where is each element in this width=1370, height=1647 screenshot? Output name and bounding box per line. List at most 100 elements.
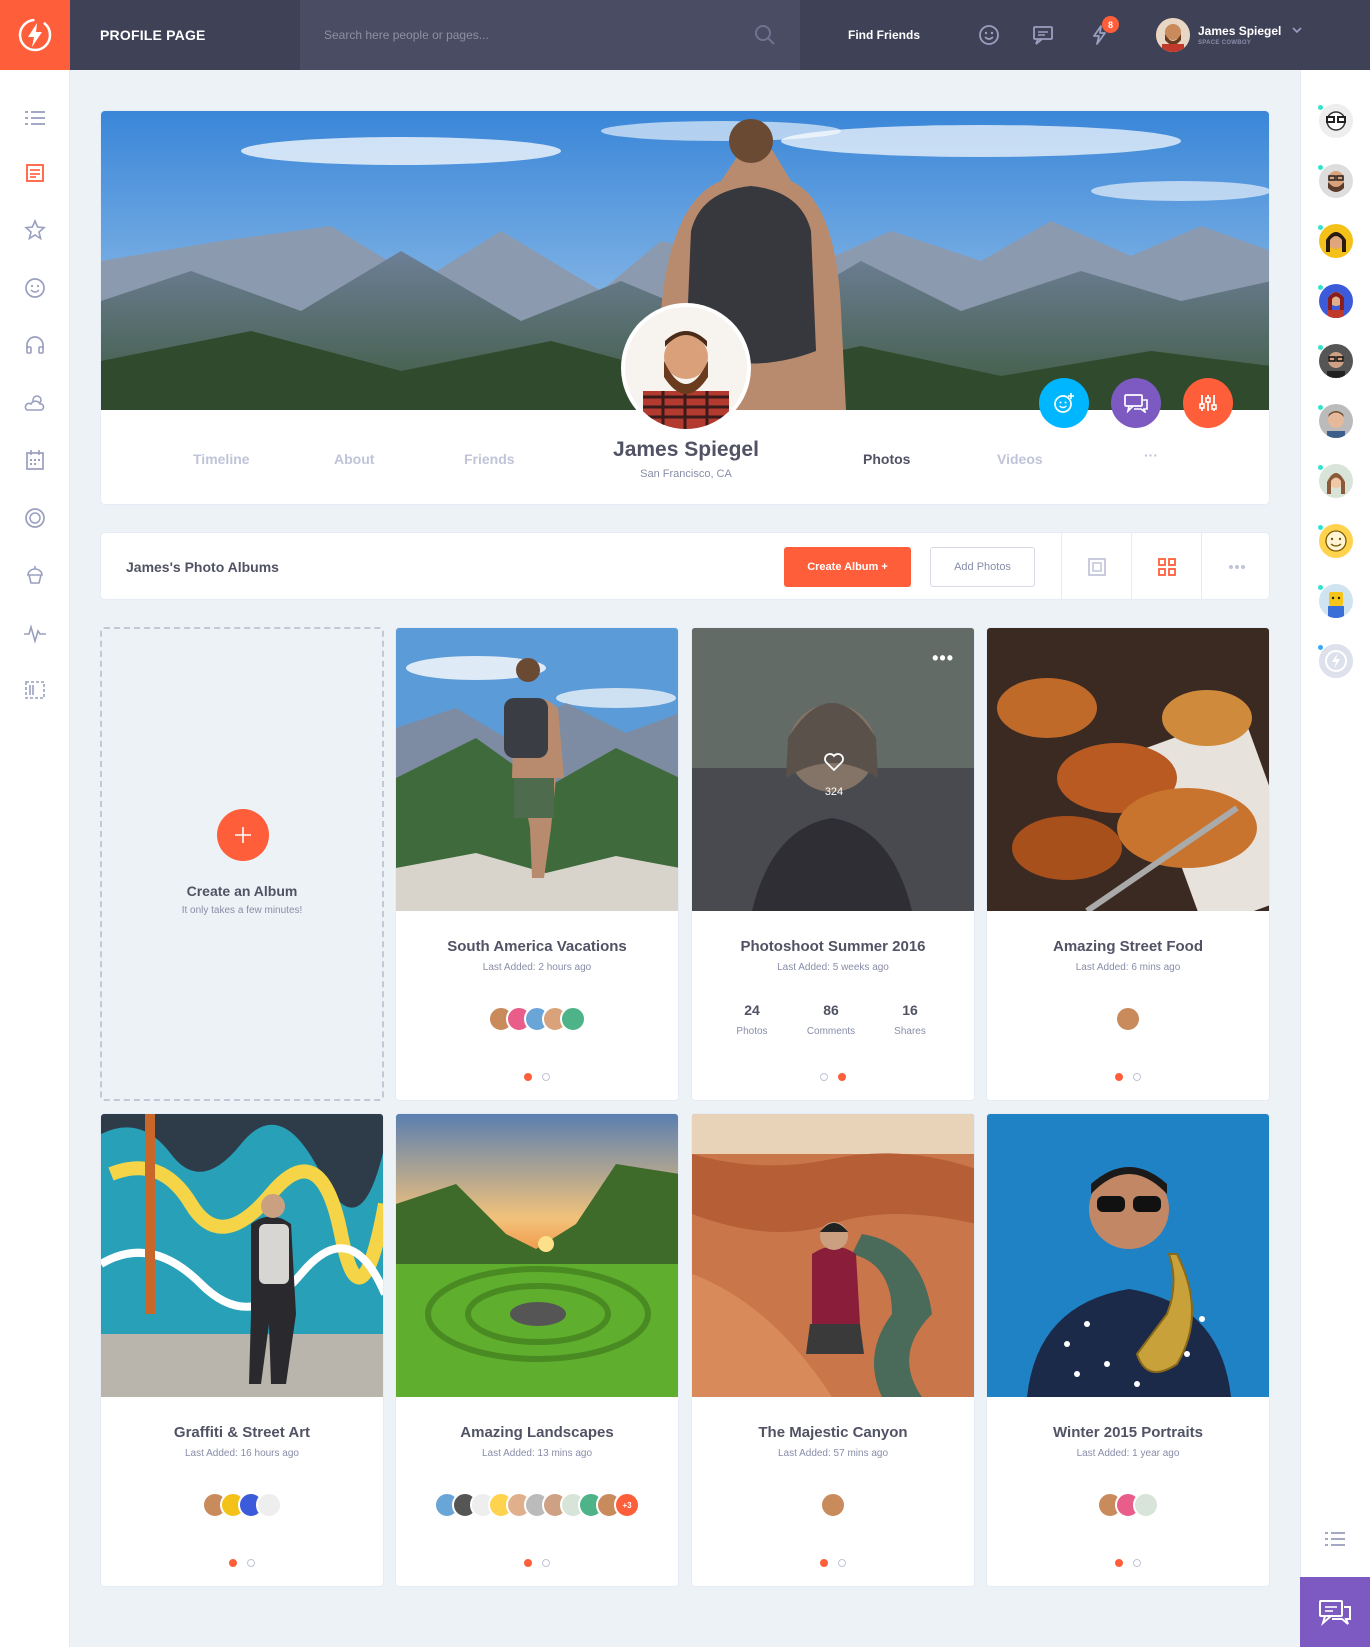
carousel-dot[interactable] — [524, 1559, 532, 1567]
album-card[interactable]: Graffiti & Street Art Last Added: 16 hou… — [100, 1113, 384, 1587]
chat-button[interactable] — [1300, 1577, 1370, 1647]
search-input[interactable]: Search here people or pages... — [324, 0, 489, 70]
album-card[interactable]: Amazing Street Food Last Added: 6 mins a… — [986, 627, 1270, 1101]
album-card[interactable]: South America Vacations Last Added: 2 ho… — [395, 627, 679, 1101]
badge-icon[interactable] — [22, 505, 48, 531]
album-last-added: Last Added: 5 weeks ago — [777, 962, 889, 973]
more-options-button[interactable] — [1201, 533, 1271, 601]
album-title[interactable]: South America Vacations — [396, 938, 678, 955]
add-friend-button[interactable] — [1039, 378, 1089, 428]
album-title[interactable]: Graffiti & Street Art — [101, 1424, 383, 1441]
friend-avatar[interactable] — [1319, 524, 1353, 558]
manage-widgets-icon[interactable] — [22, 677, 48, 703]
carousel-dot[interactable] — [838, 1073, 846, 1081]
friend-avatar[interactable] — [1319, 104, 1353, 138]
newsfeed-icon[interactable] — [22, 160, 48, 186]
carousel-dot[interactable] — [542, 1073, 550, 1081]
carousel-dot[interactable] — [838, 1559, 846, 1567]
album-cover-photo[interactable] — [396, 628, 679, 911]
cupcake-icon[interactable] — [22, 562, 48, 588]
album-cover-photo[interactable] — [987, 1114, 1270, 1397]
settings-button[interactable] — [1183, 378, 1233, 428]
album-contributors — [101, 1492, 383, 1518]
album-cover-photo[interactable] — [987, 628, 1270, 911]
album-card[interactable]: The Majestic Canyon Last Added: 57 mins … — [691, 1113, 975, 1587]
carousel-dot[interactable] — [1133, 1559, 1141, 1567]
add-photos-button[interactable]: Add Photos — [930, 547, 1035, 587]
album-card[interactable]: Winter 2015 Portraits Last Added: 1 year… — [986, 1113, 1270, 1587]
send-message-button[interactable] — [1111, 378, 1161, 428]
search-icon[interactable] — [754, 24, 776, 46]
friend-avatar[interactable] — [1319, 284, 1353, 318]
star-icon[interactable] — [22, 217, 48, 243]
album-title[interactable]: Photoshoot Summer 2016 — [692, 938, 974, 955]
menu-icon[interactable] — [1324, 1530, 1346, 1548]
carousel-dot[interactable] — [542, 1559, 550, 1567]
friend-avatar[interactable] — [1319, 464, 1353, 498]
like-count: 324 — [824, 786, 844, 798]
friend-avatar[interactable] — [1319, 644, 1353, 678]
carousel-dot[interactable] — [1115, 1559, 1123, 1567]
create-album-plus-button[interactable] — [217, 809, 269, 861]
album-contributors — [396, 1006, 678, 1032]
headphones-icon[interactable] — [22, 332, 48, 358]
more-dots-icon[interactable]: ••• — [932, 648, 954, 669]
carousel-dots — [987, 1559, 1269, 1567]
album-contributors: +3 — [396, 1492, 678, 1518]
logo[interactable] — [0, 0, 70, 70]
friend-avatar[interactable] — [1319, 584, 1353, 618]
messages-icon[interactable] — [1032, 24, 1058, 46]
user-avatar[interactable] — [1156, 18, 1190, 52]
chevron-down-icon[interactable] — [1292, 26, 1302, 34]
album-title[interactable]: Amazing Street Food — [987, 938, 1269, 955]
friend-avatar[interactable] — [1319, 344, 1353, 378]
create-album-subtitle: It only takes a few minutes! — [181, 905, 303, 916]
grid-view-button[interactable] — [1131, 533, 1201, 601]
album-title[interactable]: The Majestic Canyon — [692, 1424, 974, 1441]
carousel-dot[interactable] — [1115, 1073, 1123, 1081]
album-title[interactable]: Winter 2015 Portraits — [987, 1424, 1269, 1441]
photo-view-icon — [1087, 558, 1106, 576]
carousel-dot[interactable] — [820, 1559, 828, 1567]
find-friends-link[interactable]: Find Friends — [848, 0, 920, 70]
album-title[interactable]: Amazing Landscapes — [396, 1424, 678, 1441]
heart-icon[interactable] — [823, 752, 845, 772]
contributor-avatar[interactable] — [560, 1006, 586, 1032]
top-header: PROFILE PAGE Search here people or pages… — [0, 0, 1370, 70]
album-card[interactable]: Amazing Landscapes Last Added: 13 mins a… — [395, 1113, 679, 1587]
carousel-dot[interactable] — [820, 1073, 828, 1081]
menu-icon[interactable] — [22, 105, 48, 131]
user-name[interactable]: James Spiegel — [1198, 24, 1281, 38]
profile-avatar[interactable] — [621, 303, 751, 433]
create-album-button[interactable]: Create Album + — [784, 547, 911, 587]
more-contributors-badge[interactable]: +3 — [614, 1492, 640, 1518]
album-last-added: Last Added: 1 year ago — [1076, 1448, 1180, 1459]
search-bar[interactable]: Search here people or pages... — [300, 0, 800, 70]
contributor-avatar[interactable] — [1115, 1006, 1141, 1032]
album-card[interactable]: 324 ••• Photoshoot Summer 2016 Last Adde… — [691, 627, 975, 1101]
weather-icon[interactable] — [22, 390, 48, 416]
friend-avatar[interactable] — [1319, 224, 1353, 258]
carousel-dot[interactable] — [229, 1559, 237, 1567]
create-album-card[interactable]: Create an Album It only takes a few minu… — [100, 627, 384, 1101]
carousel-dot[interactable] — [524, 1073, 532, 1081]
stat-shares: 16 Shares — [894, 1002, 926, 1037]
single-view-button[interactable] — [1061, 533, 1131, 601]
stats-icon[interactable] — [22, 620, 48, 646]
right-sidebar-friends — [1300, 70, 1370, 1647]
carousel-dot[interactable] — [1133, 1073, 1141, 1081]
friend-avatar[interactable] — [1319, 164, 1353, 198]
carousel-dot[interactable] — [247, 1559, 255, 1567]
contributor-avatar[interactable] — [256, 1492, 282, 1518]
user-status: SPACE COWBOY — [1198, 40, 1252, 46]
contributor-avatar[interactable] — [820, 1492, 846, 1518]
calendar-icon[interactable] — [22, 447, 48, 473]
contributor-avatar[interactable] — [1133, 1492, 1159, 1518]
chat-icon — [1319, 1600, 1351, 1626]
friend-requests-icon[interactable] — [978, 24, 1000, 46]
album-cover-photo[interactable] — [101, 1114, 384, 1397]
happy-face-icon[interactable] — [22, 275, 48, 301]
album-cover-photo[interactable] — [692, 1114, 975, 1397]
album-cover-photo[interactable] — [396, 1114, 679, 1397]
friend-avatar[interactable] — [1319, 404, 1353, 438]
